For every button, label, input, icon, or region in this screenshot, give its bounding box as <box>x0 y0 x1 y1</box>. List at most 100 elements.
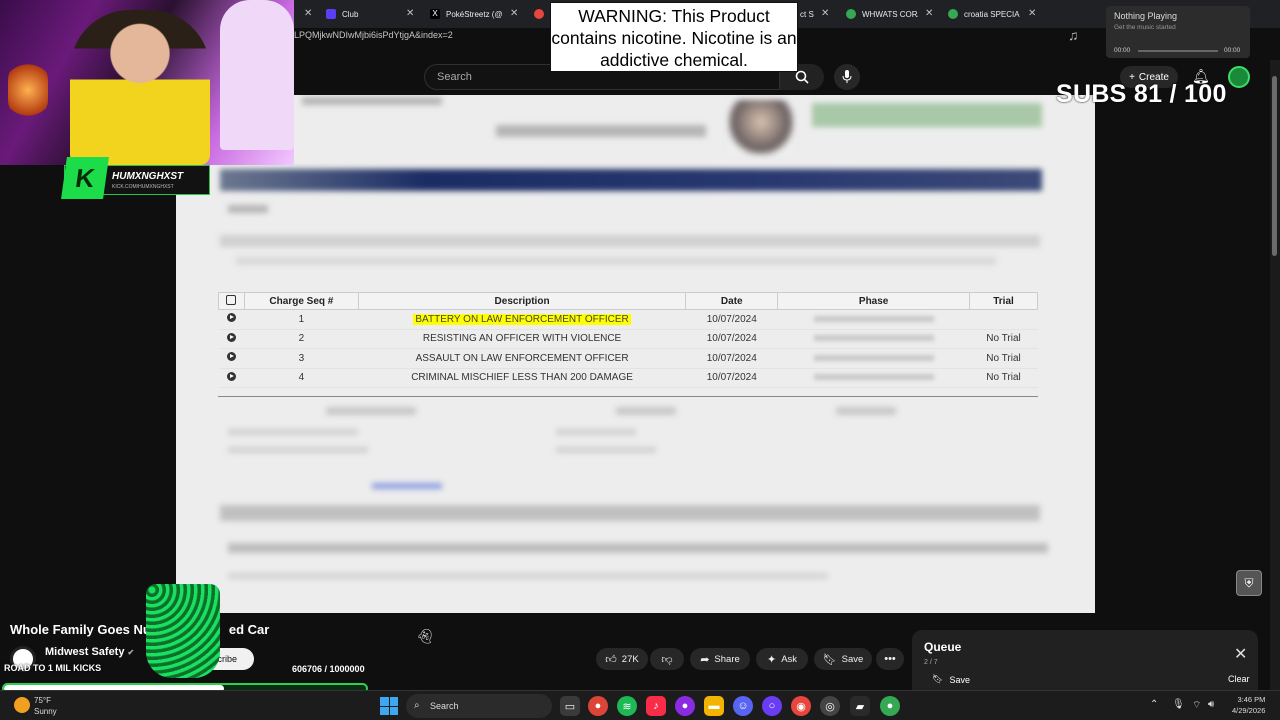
tab-close-icon[interactable]: ✕ <box>925 8 933 19</box>
trial-cell <box>969 309 1038 330</box>
volume-icon[interactable]: 🔊︎ <box>1208 699 1214 710</box>
discord-icon[interactable]: ☺ <box>733 696 753 716</box>
google-icon <box>948 9 958 19</box>
phase-cell <box>777 368 970 388</box>
blurred-text <box>556 447 656 453</box>
browser-tab[interactable]: WHWATS COR/ <box>846 4 918 24</box>
google-icon <box>846 9 856 19</box>
shield-icon: ⛨ <box>1236 570 1262 596</box>
browser-tab[interactable]: X PokéStreetz (@ <box>430 4 506 24</box>
mic-icon[interactable]: 🎙︎ <box>1172 699 1185 710</box>
like-button[interactable]: 👍︎ 27K <box>596 648 648 670</box>
app-icon[interactable]: ○ <box>762 696 782 716</box>
chrome-icon[interactable]: ● <box>880 696 900 716</box>
user-avatar[interactable] <box>1228 66 1250 88</box>
close-icon[interactable]: ✕ <box>1234 644 1247 664</box>
browser-tab[interactable]: ct S <box>800 4 818 24</box>
ghost-icon: 👻︎ <box>416 628 434 644</box>
chrome-icon[interactable]: ● <box>588 696 608 716</box>
queue-title: Queue <box>924 640 962 654</box>
date-cell: 10/07/2024 <box>685 368 778 388</box>
tab-close-icon[interactable]: ✕ <box>510 8 518 19</box>
column-header[interactable]: Description <box>357 292 687 310</box>
voice-search-button[interactable] <box>834 64 860 90</box>
kick-logo-icon: K <box>61 157 109 199</box>
row-expand-button[interactable] <box>218 329 245 349</box>
browser-tab[interactable] <box>534 4 548 24</box>
table-row: 4 CRIMINAL MISCHIEF LESS THAN 200 DAMAGE… <box>218 368 1038 388</box>
blurred-text <box>228 429 358 435</box>
blurred-header-text <box>496 125 706 137</box>
app-icon[interactable]: ◎ <box>820 696 840 716</box>
address-bar-text[interactable]: LPQMjkwNDIwMjbi6isPdYtjgA&index=2 <box>294 30 453 40</box>
page-scrollbar[interactable] <box>1270 60 1280 690</box>
blurred-text <box>228 543 1048 553</box>
expand-icon <box>226 313 236 323</box>
row-expand-button[interactable] <box>218 309 245 330</box>
date-cell: 10/07/2024 <box>685 309 778 330</box>
windows-icon[interactable] <box>380 697 398 715</box>
blurred-text <box>228 573 828 579</box>
more-button[interactable]: ••• <box>876 648 904 670</box>
save-button[interactable]: 🔖︎ Save <box>814 648 872 670</box>
column-header[interactable]: Trial <box>969 292 1038 310</box>
terminal-icon[interactable]: ▰ <box>850 696 870 716</box>
browser-tab[interactable]: Club <box>326 4 402 24</box>
blurred-phase <box>813 374 934 381</box>
x-logo-icon: X <box>430 9 440 19</box>
table-row: 3 ASSAULT ON LAW ENFORCEMENT OFFICER 10/… <box>218 348 1038 369</box>
ask-button[interactable]: ✦ Ask <box>756 648 808 670</box>
screen: ✕ Club ✕ X PokéStreetz (@ ✕ ct S ✕ WHWAT… <box>0 0 1280 720</box>
queue-save-button[interactable]: 🔖︎ Save <box>932 674 970 685</box>
clock-time: 3:46 PM <box>1237 695 1266 704</box>
music-app-icon[interactable]: ♪ <box>646 696 666 716</box>
charge-seq-cell: 2 <box>244 329 359 349</box>
row-expand-button[interactable] <box>218 368 245 388</box>
trial-cell: No Trial <box>969 329 1038 349</box>
tab-close-icon[interactable]: ✕ <box>406 8 414 19</box>
tab-close-icon[interactable]: ✕ <box>821 8 829 19</box>
weather-condition: Sunny <box>34 707 57 716</box>
tab-close-icon[interactable]: ✕ <box>1028 8 1036 19</box>
charge-seq-cell: 4 <box>244 368 359 388</box>
lamp-light <box>8 60 48 120</box>
bookmark-icon: 🔖︎ <box>932 674 944 684</box>
queue-clear-button[interactable]: Clear <box>1228 674 1250 684</box>
expand-all-header[interactable] <box>218 292 245 310</box>
dislike-button[interactable]: 👎︎ <box>650 648 684 670</box>
share-icon: ➦ <box>700 653 710 666</box>
row-expand-button[interactable] <box>218 348 245 369</box>
tab-close-icon[interactable]: ✕ <box>304 8 312 19</box>
dislike-icon: 👎︎ <box>661 653 673 666</box>
column-header[interactable]: Charge Seq # <box>243 292 359 310</box>
obs-icon[interactable]: ◉ <box>791 696 811 716</box>
browser-tab[interactable]: croatia SPECIAL <box>948 4 1020 24</box>
column-header[interactable]: Date <box>685 292 779 310</box>
blurred-text <box>228 447 368 453</box>
taskbar-search[interactable]: ⌕ Search <box>406 694 552 718</box>
more-icon: ••• <box>884 653 896 665</box>
blurred-text <box>556 429 636 435</box>
system-clock[interactable]: 3:46 PM 4/29/2026 <box>1232 694 1265 716</box>
app-icon[interactable]: ● <box>675 696 695 716</box>
search-icon: ⌕ <box>414 700 420 711</box>
highlighted-description: BATTERY ON LAW ENFORCEMENT OFFICER <box>413 313 631 325</box>
description-cell: CRIMINAL MISCHIEF LESS THAN 200 DAMAGE <box>358 368 686 388</box>
like-count: 27K <box>621 653 639 665</box>
folder-icon[interactable]: ▬ <box>704 696 724 716</box>
spotify-icon[interactable]: ≋ <box>617 696 637 716</box>
video-title: Whole Family Goes Nu ed Car <box>10 622 270 637</box>
description-cell: RESISTING AN OFFICER WITH VIOLENCE <box>358 329 686 349</box>
file-explorer-icon[interactable]: ▭ <box>560 696 580 716</box>
chevron-up-icon[interactable]: ⌃ <box>1150 699 1158 710</box>
column-header[interactable]: Phase <box>777 292 971 310</box>
channel-name[interactable]: Midwest Safety ✔ <box>45 646 134 658</box>
subs-goal: SUBS 81 / 100 <box>1056 80 1227 108</box>
overlay-channel-url: KICK.COM/HUMXNGHXST <box>112 184 174 190</box>
sun-icon <box>14 697 30 713</box>
blurred-link <box>372 483 442 489</box>
share-button[interactable]: ➦ Share <box>690 648 750 670</box>
scrollbar-thumb[interactable] <box>1272 76 1277 256</box>
weather-widget[interactable]: 75°F Sunny <box>14 693 74 719</box>
wifi-icon[interactable]: ⌔ <box>1192 699 1201 712</box>
